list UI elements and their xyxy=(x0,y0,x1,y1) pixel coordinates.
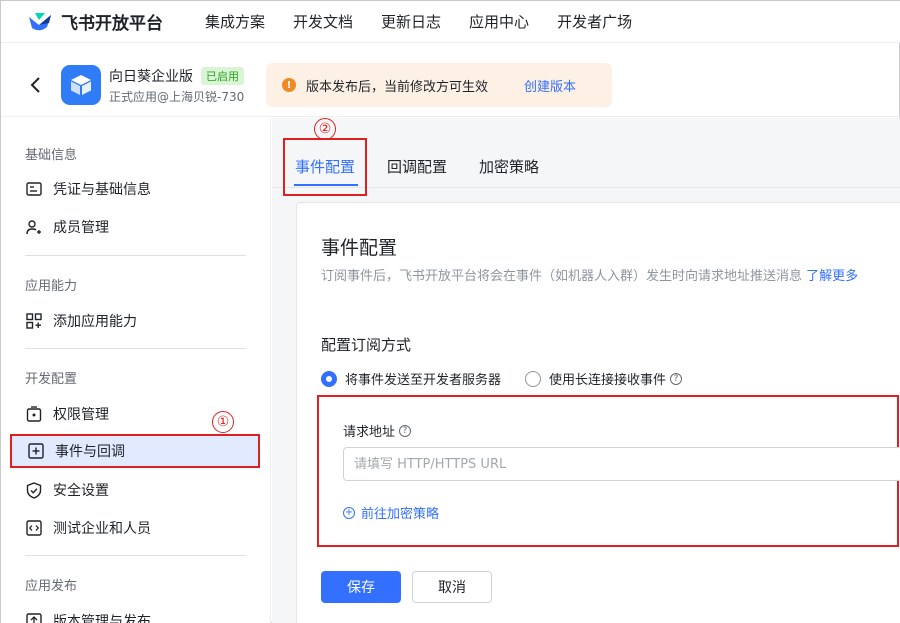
plus-circle-icon: + xyxy=(343,506,355,519)
sidebar-item-events[interactable]: 事件与回调 xyxy=(10,434,260,468)
app-name: 向日葵企业版 xyxy=(109,69,193,85)
tab-bar: ② 事件配置 回调配置 加密策略 xyxy=(272,118,900,196)
sidebar-item-label: 事件与回调 xyxy=(55,444,125,460)
nav-docs[interactable]: 开发文档 xyxy=(293,11,353,32)
nav-changelog[interactable]: 更新日志 xyxy=(381,11,441,32)
logo[interactable]: 飞书开放平台 xyxy=(27,9,163,34)
nav-solutions[interactable]: 集成方案 xyxy=(205,11,265,32)
sidebar-item-label: 权限管理 xyxy=(53,407,109,423)
shield-icon xyxy=(25,481,43,499)
radio-long-connection-label[interactable]: 使用长连接接收事件 xyxy=(549,369,666,388)
radio-send-to-server-label[interactable]: 将事件发送至开发者服务器 xyxy=(345,369,501,388)
sidebar-item-label: 成员管理 xyxy=(53,220,109,236)
subscription-radio-group: 将事件发送至开发者服务器 使用长连接接收事件 ? xyxy=(321,369,683,388)
lock-icon xyxy=(25,405,43,423)
sidebar-item-test-tenant[interactable]: 测试企业和人员 xyxy=(25,511,261,545)
event-config-card: 事件配置 订阅事件后，飞书开放平台将会在事件（如机器人入群）发生时向请求地址推送… xyxy=(296,202,900,623)
subscription-method-title: 配置订阅方式 xyxy=(321,336,412,354)
logo-text: 飞书开放平台 xyxy=(61,14,163,34)
top-nav: 集成方案 开发文档 更新日志 应用中心 开发者广场 xyxy=(205,11,660,32)
feishu-logo-icon xyxy=(29,12,51,30)
learn-more-link[interactable]: 了解更多 xyxy=(806,269,858,284)
sidebar-divider xyxy=(25,348,246,349)
sidebar-item-credentials[interactable]: 凭证与基础信息 xyxy=(25,172,261,206)
app-header: 向日葵企业版 已启用 正式应用@上海贝锐-730 ! 版本发布后，当前修改方可生… xyxy=(1,53,900,117)
help-icon[interactable]: ? xyxy=(670,372,683,385)
sidebar-item-label: 凭证与基础信息 xyxy=(53,182,151,198)
sidebar-item-members[interactable]: 成员管理 xyxy=(25,210,261,244)
sidebar-divider xyxy=(25,255,246,256)
goto-encryption-label: 前往加密策略 xyxy=(361,507,440,522)
goto-encryption-link[interactable]: + 前往加密策略 xyxy=(343,503,439,522)
back-icon[interactable] xyxy=(25,73,45,97)
sidebar-item-label: 测试企业和人员 xyxy=(53,521,151,537)
request-url-input[interactable] xyxy=(343,447,900,481)
sidebar: 基础信息 凭证与基础信息 成员管理 应用能力 添加应用能力 开发配置 权限管理 … xyxy=(1,118,271,623)
sidebar-section-release: 应用发布 xyxy=(25,579,78,594)
save-button[interactable]: 保存 xyxy=(321,571,401,603)
user-add-icon xyxy=(25,218,43,236)
event-icon xyxy=(27,442,45,460)
warning-icon: ! xyxy=(282,78,296,92)
id-card-icon xyxy=(25,180,43,198)
nav-developer-square[interactable]: 开发者广场 xyxy=(557,11,632,32)
card-title: 事件配置 xyxy=(321,237,398,259)
sidebar-section-basic: 基础信息 xyxy=(25,148,78,163)
grid-add-icon xyxy=(25,312,43,330)
annotation-marker-1: ① xyxy=(212,411,234,433)
main-content: ② 事件配置 回调配置 加密策略 事件配置 订阅事件后，飞书开放平台将会在事件（… xyxy=(272,118,900,623)
sidebar-item-label: 添加应用能力 xyxy=(53,314,137,330)
tab-callback-config[interactable]: 回调配置 xyxy=(387,156,447,177)
sidebar-item-security[interactable]: 安全设置 xyxy=(25,473,261,507)
publish-notice: ! 版本发布后，当前修改方可生效 创建版本 xyxy=(266,63,612,107)
tab-active-indicator xyxy=(294,184,358,186)
tab-event-config[interactable]: 事件配置 xyxy=(295,156,355,177)
status-badge: 已启用 xyxy=(201,67,244,85)
sidebar-section-capabilities: 应用能力 xyxy=(25,279,78,294)
sidebar-item-add-capability[interactable]: 添加应用能力 xyxy=(25,304,261,338)
create-version-link[interactable]: 创建版本 xyxy=(524,76,576,95)
code-icon xyxy=(25,519,43,537)
sidebar-item-label: 安全设置 xyxy=(53,483,109,499)
request-url-label-text: 请求地址 xyxy=(343,425,396,440)
tab-encryption[interactable]: 加密策略 xyxy=(479,156,539,177)
sidebar-item-versions[interactable]: 版本管理与发布 xyxy=(25,604,261,623)
upload-icon xyxy=(25,612,43,623)
app-icon xyxy=(61,65,101,105)
annotation-marker-2: ② xyxy=(314,118,336,140)
app-subtitle: 正式应用@上海贝锐-730 xyxy=(109,90,245,104)
card-desc-text: 订阅事件后，飞书开放平台将会在事件（如机器人入群）发生时向请求地址推送消息 xyxy=(321,269,803,284)
cancel-button[interactable]: 取消 xyxy=(412,571,492,603)
notice-text: 版本发布后，当前修改方可生效 xyxy=(306,79,489,95)
radio-send-to-server[interactable] xyxy=(321,370,337,387)
request-url-section: 请求地址 ? + 前往加密策略 xyxy=(317,395,900,547)
nav-app-center[interactable]: 应用中心 xyxy=(469,11,529,32)
sidebar-divider xyxy=(25,555,246,556)
card-description: 订阅事件后，飞书开放平台将会在事件（如机器人入群）发生时向请求地址推送消息 了解… xyxy=(321,265,858,284)
help-icon[interactable]: ? xyxy=(399,424,412,437)
top-navbar: 飞书开放平台 集成方案 开发文档 更新日志 应用中心 开发者广场 xyxy=(1,1,900,43)
sidebar-section-dev-config: 开发配置 xyxy=(25,372,78,387)
radio-long-connection[interactable] xyxy=(525,370,542,387)
request-url-label: 请求地址 ? xyxy=(343,421,412,440)
sidebar-item-label: 版本管理与发布 xyxy=(53,614,151,623)
